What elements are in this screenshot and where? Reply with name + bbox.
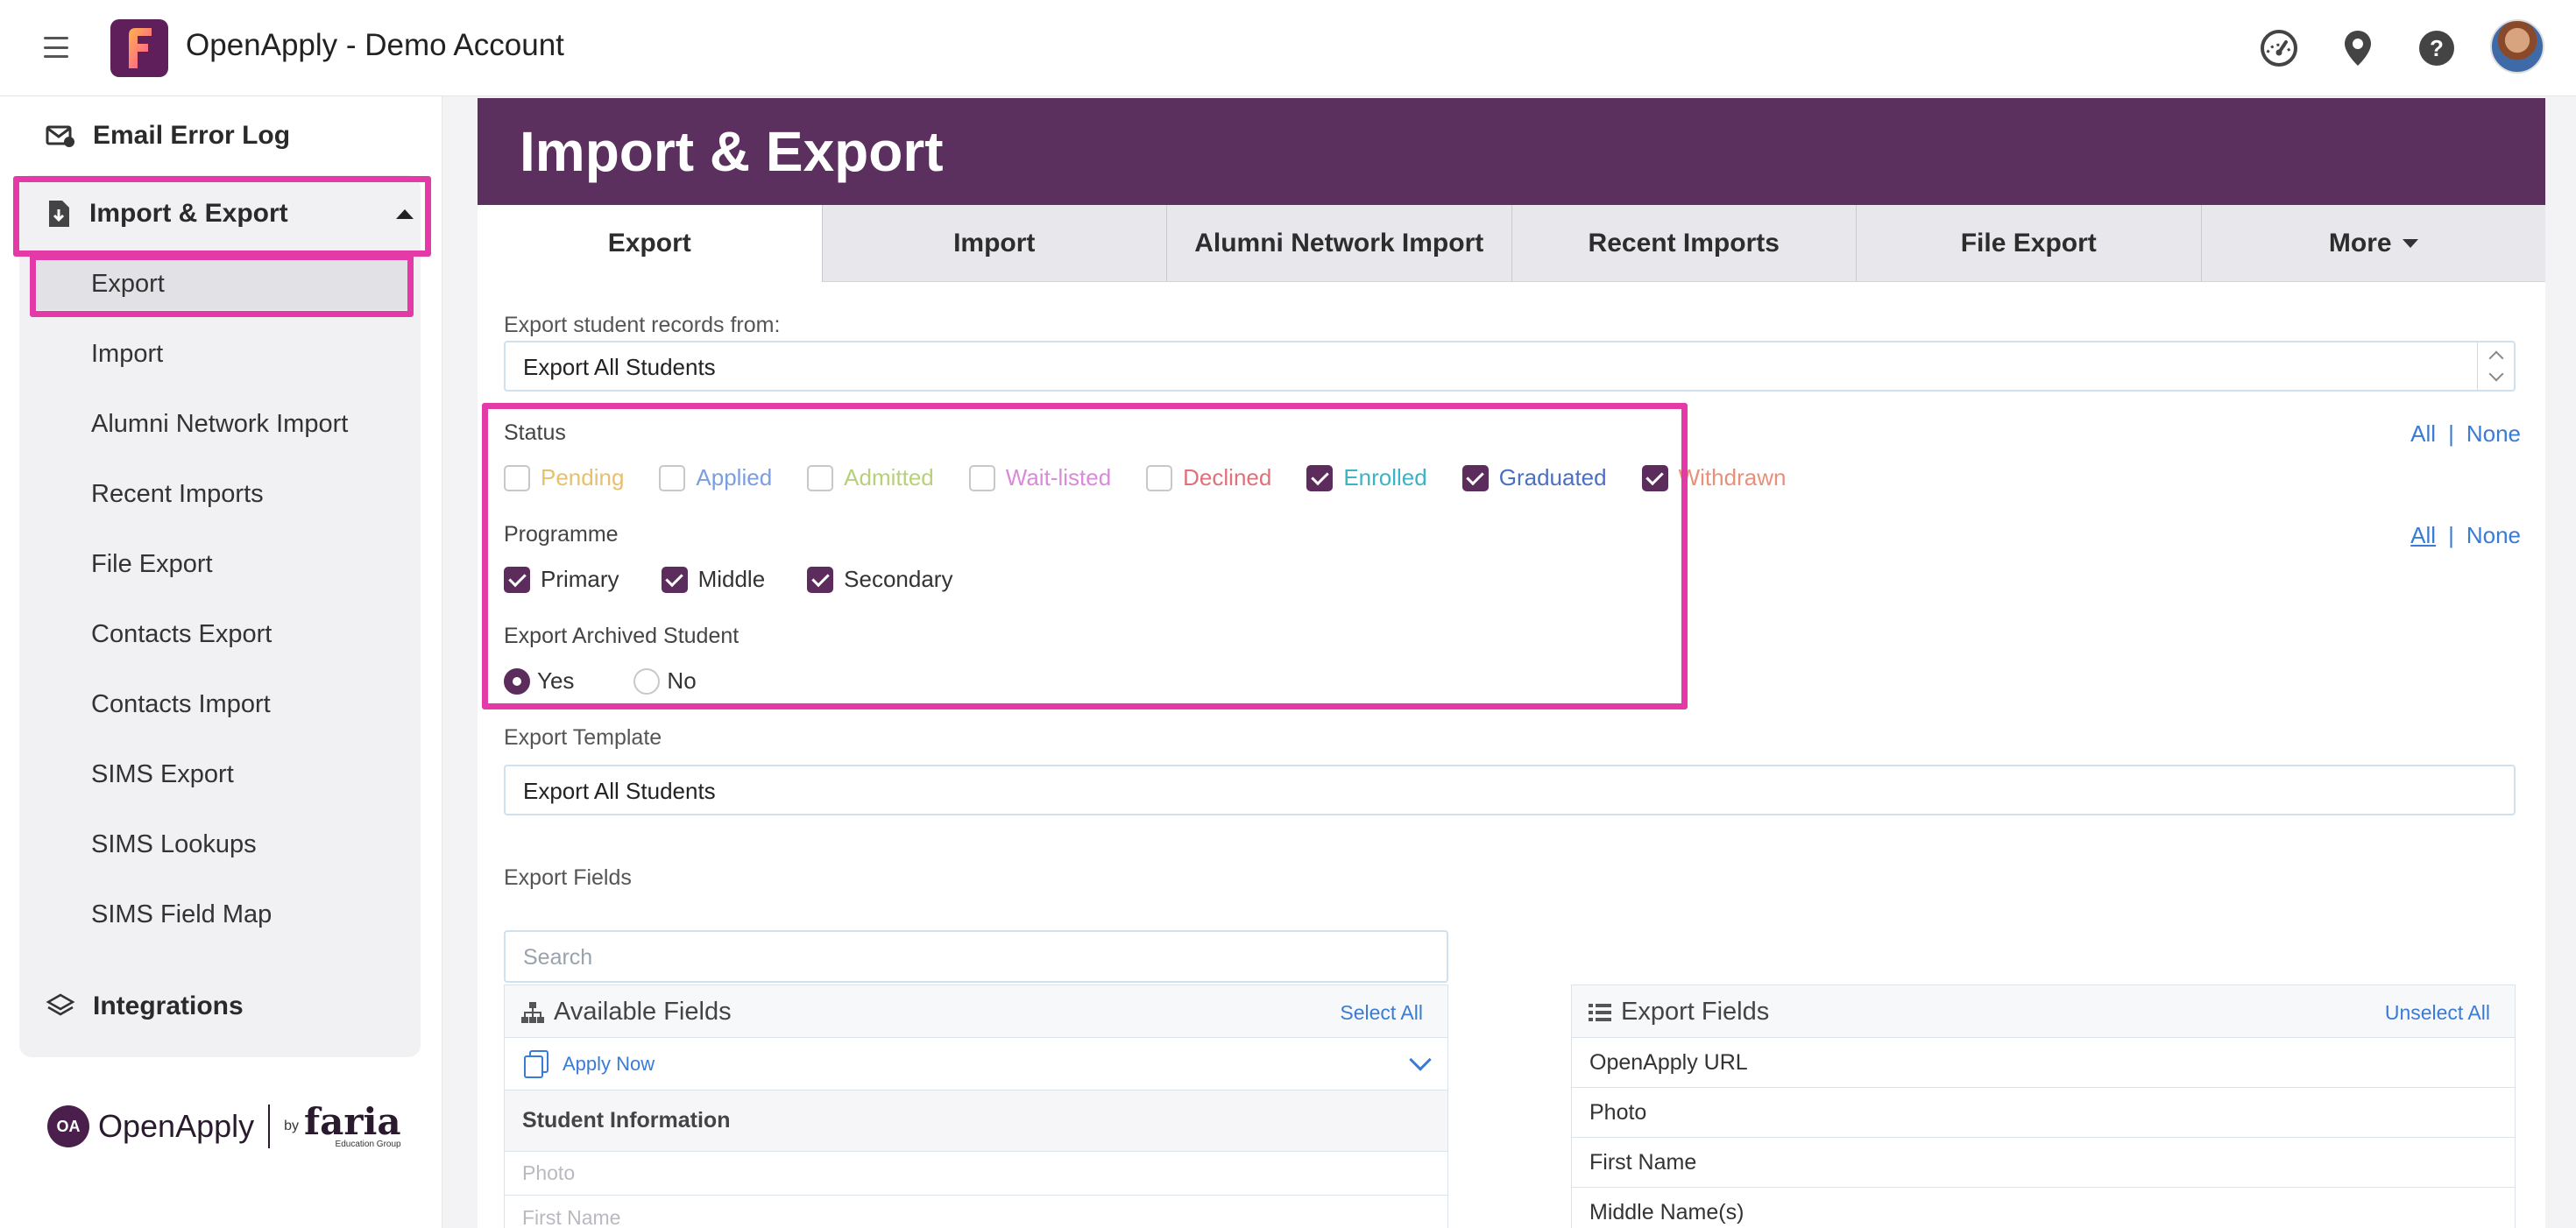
sidebar-item-email-error-log[interactable]: Email Error Log (46, 121, 290, 151)
footer-brand: OpenApply (98, 1108, 255, 1144)
help-icon[interactable]: ? (2417, 28, 2457, 68)
tab-more[interactable]: More (2201, 205, 2545, 282)
template-label: Export Template (504, 725, 662, 750)
search-placeholder: Search (523, 945, 593, 970)
chevron-down-icon (1409, 1048, 1432, 1071)
dashboard-gauge-icon[interactable] (2259, 28, 2299, 68)
export-field-item[interactable]: First Name (1572, 1138, 2515, 1188)
sidebar-subitem-file-export[interactable]: File Export (91, 550, 213, 579)
highlight-box (13, 176, 431, 257)
field-label: First Name (522, 1205, 621, 1228)
tab-import[interactable]: Import (822, 205, 1167, 282)
source-dropdown[interactable]: Apply Now (505, 1038, 1447, 1090)
programme-all-none: All | None (2410, 522, 2521, 549)
export-field-item[interactable]: Photo (1572, 1088, 2515, 1138)
openapply-badge-icon: OA (47, 1105, 89, 1147)
export-fields-header: Export Fields Unselect All (1572, 985, 2515, 1038)
tab-export[interactable]: Export (478, 205, 823, 282)
export-from-label: Export student records from: (504, 313, 781, 337)
programme-all-link[interactable]: All (2410, 522, 2436, 549)
export-fields-label: Export Fields (504, 865, 632, 890)
separator: | (2448, 420, 2454, 447)
sidebar-subitem-sims-lookups[interactable]: SIMS Lookups (91, 830, 257, 859)
tab-alumni-network-import[interactable]: Alumni Network Import (1167, 205, 1512, 282)
sidebar-subitem-import[interactable]: Import (91, 340, 163, 369)
export-from-select[interactable]: Export All Students (504, 341, 2516, 392)
field-label: OpenApply URL (1589, 1049, 1748, 1075)
select-spinner[interactable] (2477, 342, 2514, 390)
field-label: Middle Name(s) (1589, 1200, 1744, 1224)
sidebar: Email Error Log Import & Export Export I… (0, 96, 442, 1228)
available-field-item[interactable]: Photo (505, 1152, 1447, 1196)
export-field-item[interactable]: OpenApply URL (1572, 1038, 2515, 1088)
export-fields-card: Export Fields Unselect All OpenApply URL… (1571, 985, 2516, 1228)
sidebar-item-integrations[interactable]: Integrations (46, 992, 244, 1021)
email-icon (46, 125, 74, 147)
chevron-up-icon (2488, 350, 2503, 366)
sidebar-subitem-export[interactable]: Export (91, 270, 165, 299)
chevron-down-icon (2488, 366, 2503, 382)
copy-document-icon (524, 1049, 548, 1078)
available-fields-header: Available Fields Select All (505, 985, 1447, 1038)
available-field-item[interactable]: First Name (505, 1196, 1447, 1228)
location-pin-icon[interactable] (2338, 28, 2378, 68)
export-field-item[interactable]: Middle Name(s) (1572, 1188, 2515, 1228)
search-input[interactable]: Search (504, 930, 1448, 983)
field-label: First Name (1589, 1149, 1697, 1175)
highlight-box (30, 254, 414, 317)
available-fields-card: Available Fields Select All Apply Now St… (504, 985, 1448, 1228)
export-fields-title: Export Fields (1588, 998, 1769, 1027)
svg-text:?: ? (2430, 35, 2444, 61)
user-avatar[interactable] (2490, 19, 2544, 74)
sidebar-subitem-sims-field-map[interactable]: SIMS Field Map (91, 900, 272, 929)
sidebar-subitem-contacts-export[interactable]: Contacts Export (91, 620, 272, 649)
layers-icon (46, 993, 75, 1016)
footer-company: faria (304, 1100, 401, 1143)
export-fields-title-text: Export Fields (1621, 998, 1770, 1026)
sidebar-item-label: Integrations (93, 992, 244, 1020)
highlight-box (482, 403, 1688, 709)
menu-icon[interactable] (44, 37, 68, 58)
source-label: Apply Now (563, 1052, 655, 1075)
sidebar-subitem-recent-imports[interactable]: Recent Imports (91, 480, 264, 509)
app-logo[interactable] (110, 19, 168, 77)
select-all-link[interactable]: Select All (1340, 1001, 1423, 1025)
panel-header: Import & Export (478, 98, 2545, 205)
page-title: Import & Export (520, 120, 944, 183)
footer-by: by (284, 1119, 300, 1133)
available-fields-title-text: Available Fields (554, 998, 732, 1026)
sidebar-item-label: Email Error Log (93, 121, 291, 150)
tab-bar: Export Import Alumni Network Import Rece… (478, 205, 2545, 282)
tab-file-export[interactable]: File Export (1857, 205, 2202, 282)
sidebar-subitem-alumni-network-import[interactable]: Alumni Network Import (91, 410, 348, 439)
sidebar-subitem-sims-export[interactable]: SIMS Export (91, 760, 234, 789)
sidebar-subitem-contacts-import[interactable]: Contacts Import (91, 690, 271, 719)
section-header-label: Student Information (522, 1108, 731, 1133)
list-icon (1589, 1003, 1611, 1021)
top-bar: OpenApply - Demo Account ? (0, 0, 2576, 96)
available-fields-title: Available Fields (520, 998, 732, 1027)
status-option-label: Withdrawn (1678, 464, 1787, 490)
template-value: Export All Students (523, 778, 716, 804)
programme-none-link[interactable]: None (2466, 522, 2521, 549)
tab-recent-imports[interactable]: Recent Imports (1511, 205, 1857, 282)
status-all-link[interactable]: All (2410, 420, 2436, 448)
section-header: Student Information (505, 1090, 1447, 1152)
unselect-all-link[interactable]: Unselect All (2385, 1001, 2490, 1025)
template-select[interactable]: Export All Students (504, 765, 2516, 815)
field-label: Photo (1589, 1099, 1647, 1125)
sitemap-icon (521, 1001, 544, 1023)
export-from-value: Export All Students (523, 354, 716, 380)
separator: | (2448, 522, 2454, 548)
field-label: Photo (522, 1161, 576, 1184)
faria-logo: faria Education Group (304, 1104, 401, 1149)
app-title: OpenApply - Demo Account (186, 28, 564, 62)
status-none-link[interactable]: None (2466, 420, 2521, 448)
caret-down-icon (2402, 238, 2418, 248)
openapply-faria-logo: OA OpenApply by faria Education Group (47, 1104, 401, 1149)
footer-divider (268, 1104, 271, 1148)
footer-company-sub: Education Group (335, 1140, 401, 1149)
status-all-none: All | None (2410, 420, 2521, 448)
